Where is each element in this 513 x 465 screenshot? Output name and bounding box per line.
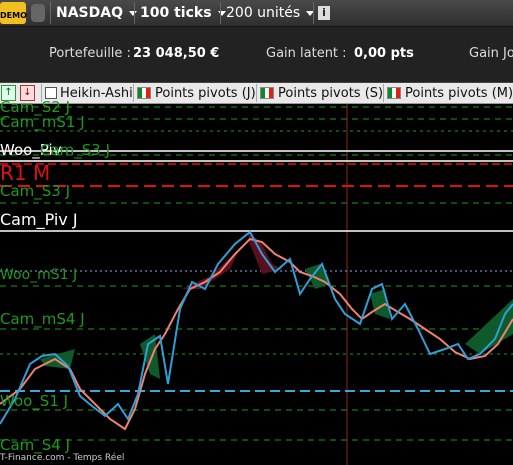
info-icon[interactable]: i [318,6,330,20]
cloud-fill-up-5 [40,349,75,369]
indicator-pivots-s[interactable]: Points pivots (S) [256,84,383,102]
gain-jour-label: Gain Jo [469,46,513,61]
demo-logo: DEMO [0,2,27,24]
indicator-pivots-j[interactable]: Points pivots (J) [133,84,256,102]
fast-line [0,230,513,425]
italy-flag-icon [387,87,401,99]
toolbar-divider [134,2,135,24]
indicator-label: Points pivots (M) [405,85,513,101]
level-label-cam-s3-top: Cam_S3 J [40,141,111,159]
units-selector[interactable]: 200 unités [226,1,315,25]
ticks-selector[interactable]: 100 ticks [140,1,226,25]
toolbar-divider [50,2,51,24]
toolbar-divider [313,2,314,24]
footer-source: T-Finance.com - Temps Réel [0,453,125,463]
level-label-cam-ms4: Cam_mS4 J [0,310,85,328]
gain-latent-label: Gain latent : [266,46,347,61]
indicator-label: Heikin-Ashi [60,85,133,101]
italy-flag-icon [260,87,274,99]
units-label: 200 unités [226,5,301,21]
toolbar-divider [220,2,221,24]
instrument-label: NASDAQ [56,5,123,21]
level-label-cam-s4: Cam_S4 J [0,436,71,454]
gain-latent-value: 0,00 pts [354,46,414,61]
price-chart[interactable]: Cam_S2 J Cam_mS1 J Woo_Piv Cam_S3 J R1 M… [0,98,513,465]
chevron-down-icon [217,10,226,16]
indicator-label: Points pivots (J) [155,85,256,101]
portfolio-bar: Portefeuille : 23 048,50 € Gain latent :… [0,27,513,83]
indicator-pivots-m[interactable]: Points pivots (M) [383,84,513,102]
level-label-cam-s3: Cam_S3 J [0,182,71,200]
level-label-cam-ms1: Cam_mS1 J [0,113,85,131]
chevron-down-icon [129,10,137,16]
power-icon[interactable] [31,4,45,22]
level-label-woo-s1: Woo_S1 J [0,392,69,410]
level-label-cam-piv: Cam_Piv J [0,210,78,229]
indicator-label: Points pivots (S) [278,85,384,101]
italy-flag-icon [137,87,151,99]
indicators-bar: ↑ ↓ Heikin-Ashi Points pivots (J) Points… [0,83,513,104]
level-label-woo-ms1: Woo_mS1 J [0,267,78,283]
top-toolbar: DEMO NASDAQ 100 ticks 200 unités i [0,0,513,27]
portefeuille-label: Portefeuille : [49,46,131,61]
instrument-selector[interactable]: NASDAQ [56,1,137,25]
portefeuille-value: 23 048,50 € [133,46,220,61]
ticks-label: 100 ticks [140,5,212,21]
